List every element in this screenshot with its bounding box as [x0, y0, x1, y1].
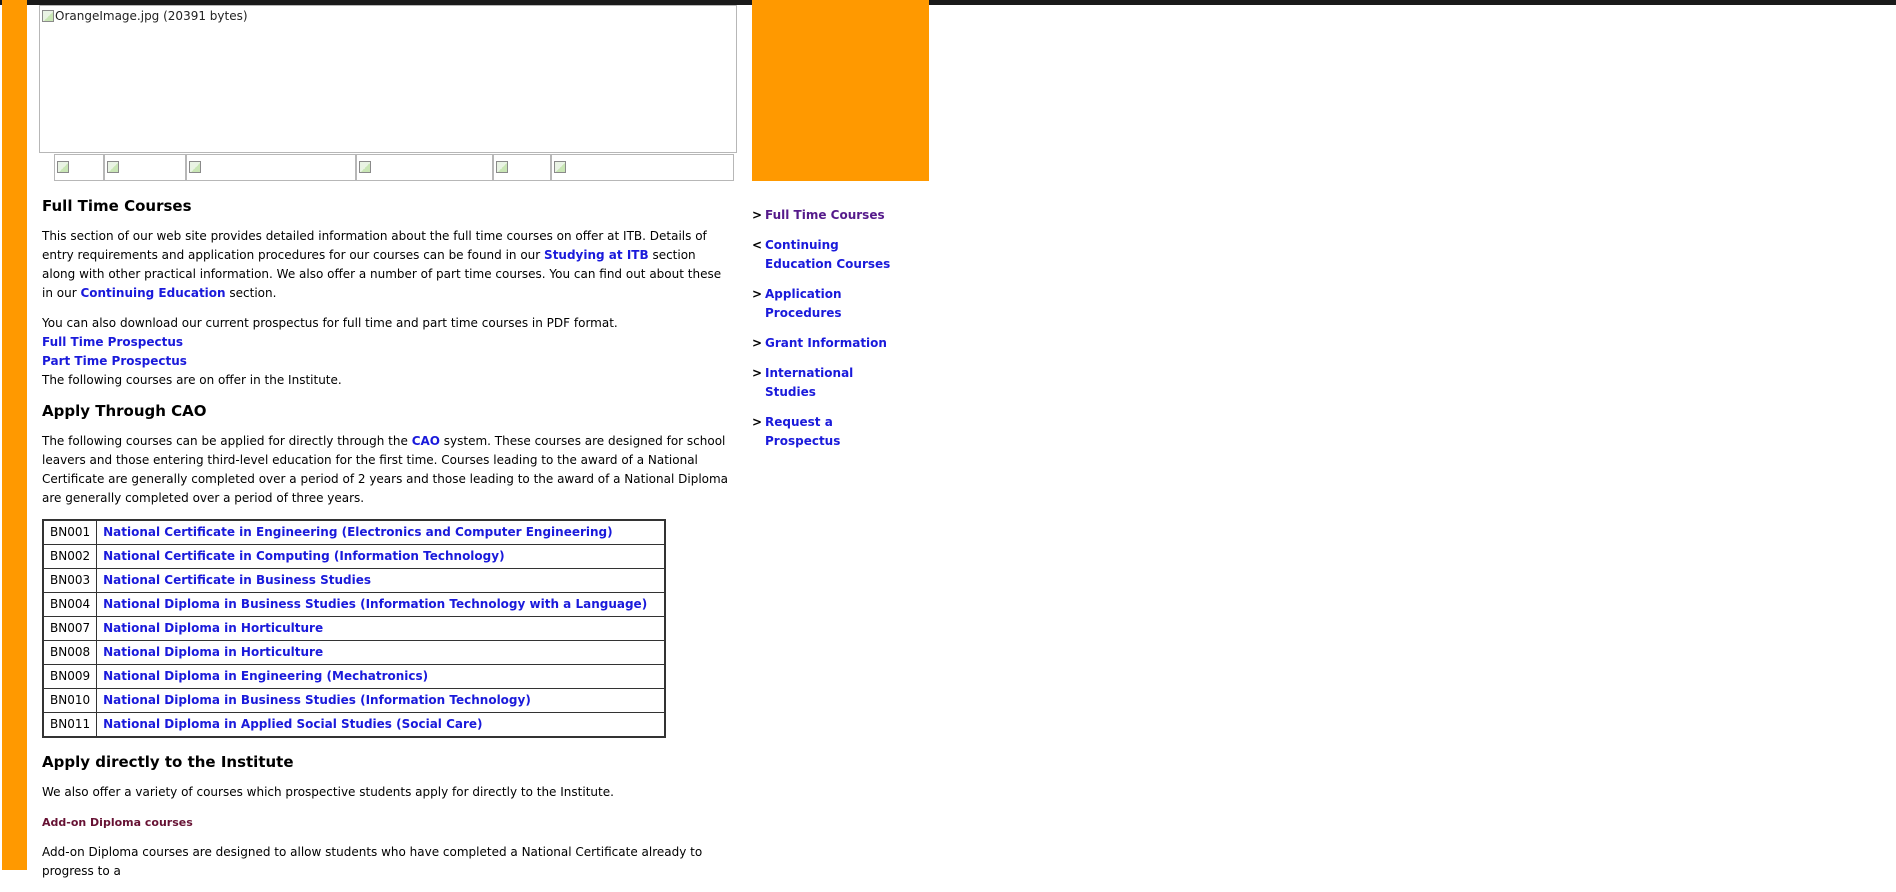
broken-image-icon: [189, 161, 201, 173]
prospectus-text: You can also download our current prospe…: [42, 316, 618, 330]
broken-image-icon: [496, 161, 508, 173]
broken-image-icon: [554, 161, 566, 173]
sidebar-item[interactable]: > Grant Information: [752, 334, 902, 353]
course-code: BN003: [42, 568, 98, 593]
course-link[interactable]: National Certificate in Computing (Infor…: [103, 549, 504, 563]
thumbnail-image[interactable]: [104, 154, 186, 181]
thumbnail-image[interactable]: [551, 154, 734, 181]
sidebar-link[interactable]: Application Procedures: [765, 285, 902, 323]
broken-image-icon: [359, 161, 371, 173]
table-row: BN008 National Diploma in Horticulture: [42, 640, 666, 665]
course-link[interactable]: National Diploma in Business Studies (In…: [103, 693, 531, 707]
nav-arrow-icon: >: [752, 336, 763, 350]
broken-image-placeholder: OrangeImage.jpg (20391 bytes): [40, 7, 248, 23]
course-title-cell: National Certificate in Business Studies: [96, 568, 666, 593]
hero-image-alt-text: OrangeImage.jpg (20391 bytes): [55, 9, 248, 23]
thumbnail-image[interactable]: [54, 154, 104, 181]
course-code: BN004: [42, 592, 98, 617]
heading-full-time-courses: Full Time Courses: [42, 197, 192, 215]
sidebar-link[interactable]: International Studies: [765, 364, 902, 402]
thumbnail-strip: [54, 154, 734, 181]
table-row: BN001 National Certificate in Engineering…: [42, 519, 666, 545]
course-title-cell: National Diploma in Engineering (Mechatr…: [96, 664, 666, 689]
cao-paragraph: The following courses can be applied for…: [42, 434, 729, 505]
course-code: BN007: [42, 616, 98, 641]
left-orange-stripe: [2, 0, 27, 870]
nav-arrow-icon: <: [752, 238, 763, 252]
sidebar-link[interactable]: Continuing Education Courses: [765, 236, 902, 274]
course-link[interactable]: National Diploma in Horticulture: [103, 621, 323, 635]
link-full-time-prospectus[interactable]: Full Time Prospectus: [42, 333, 732, 352]
course-code: BN002: [42, 544, 98, 569]
nav-arrow-icon: >: [752, 208, 763, 222]
sidebar-item[interactable]: > Application Procedures: [752, 285, 902, 323]
heading-apply-directly: Apply directly to the Institute: [42, 753, 294, 771]
course-code: BN011: [42, 712, 98, 738]
sidebar-item[interactable]: > Request a Prospectus: [752, 413, 902, 451]
sidebar-nav: > Full Time Courses < Continuing Education …: [752, 206, 902, 462]
table-row: BN002 National Certificate in Computing (…: [42, 544, 666, 569]
link-studying-at-itb[interactable]: Studying at ITB: [544, 248, 649, 262]
course-link[interactable]: National Diploma in Applied Social Studi…: [103, 717, 482, 731]
course-code: BN008: [42, 640, 98, 665]
main-content: Full Time Courses This section of our we…: [42, 196, 732, 892]
link-cao[interactable]: CAO: [412, 434, 440, 448]
course-link[interactable]: National Diploma in Business Studies (In…: [103, 597, 647, 611]
sidebar-link[interactable]: Request a Prospectus: [765, 413, 902, 451]
course-title-cell: National Certificate in Computing (Infor…: [96, 544, 666, 569]
table-row: BN010 National Diploma in Business Studie…: [42, 688, 666, 713]
link-part-time-prospectus[interactable]: Part Time Prospectus: [42, 352, 732, 371]
intro-paragraph: This section of our web site provides de…: [42, 229, 722, 300]
course-title-cell: National Diploma in Horticulture: [96, 640, 666, 665]
course-link[interactable]: National Diploma in Engineering (Mechatr…: [103, 669, 428, 683]
cao-courses-table: BN001 National Certificate in Engineering…: [42, 519, 667, 738]
thumbnail-image[interactable]: [493, 154, 551, 181]
prospectus-block: You can also download our current prospe…: [42, 314, 732, 390]
course-link[interactable]: National Certificate in Engineering (Ele…: [103, 525, 613, 539]
broken-image-icon: [57, 161, 69, 173]
course-code: BN009: [42, 664, 98, 689]
table-row: BN003 National Certificate in Business St…: [42, 568, 666, 593]
broken-image-icon: [107, 161, 119, 173]
thumbnail-image[interactable]: [356, 154, 493, 181]
heading-apply-through-cao: Apply Through CAO: [42, 402, 207, 420]
broken-image-icon: [42, 10, 54, 22]
nav-arrow-icon: >: [752, 415, 763, 429]
course-title-cell: National Certificate in Engineering (Ele…: [96, 519, 666, 545]
link-continuing-education[interactable]: Continuing Education: [80, 286, 225, 300]
sidebar-item[interactable]: < Continuing Education Courses: [752, 236, 902, 274]
table-row: BN011 National Diploma in Applied Social …: [42, 712, 666, 738]
course-code: BN001: [42, 519, 98, 545]
orange-header-block: [752, 0, 929, 181]
thumbnail-image[interactable]: [186, 154, 356, 181]
table-row: BN004 National Diploma in Business Studie…: [42, 592, 666, 617]
add-on-diploma-paragraph: Add-on Diploma courses are designed to a…: [42, 845, 703, 878]
course-title-cell: National Diploma in Business Studies (In…: [96, 592, 666, 617]
sidebar-item[interactable]: > Full Time Courses: [752, 206, 902, 225]
hero-image: OrangeImage.jpg (20391 bytes): [39, 5, 737, 153]
table-row: BN009 National Diploma in Engineering (Me…: [42, 664, 666, 689]
courses-on-offer-text: The following courses are on offer in th…: [42, 373, 342, 387]
nav-arrow-icon: >: [752, 366, 763, 380]
course-link[interactable]: National Certificate in Business Studies: [103, 573, 371, 587]
subheading-add-on-diploma: Add-on Diploma courses: [42, 816, 193, 829]
course-link[interactable]: National Diploma in Horticulture: [103, 645, 323, 659]
sidebar-link[interactable]: Grant Information: [765, 334, 887, 353]
sidebar-link[interactable]: Full Time Courses: [765, 206, 885, 225]
course-title-cell: National Diploma in Horticulture: [96, 616, 666, 641]
course-title-cell: National Diploma in Business Studies (In…: [96, 688, 666, 713]
table-row: BN007 National Diploma in Horticulture: [42, 616, 666, 641]
apply-directly-paragraph: We also offer a variety of courses which…: [42, 785, 614, 799]
sidebar-item[interactable]: > International Studies: [752, 364, 902, 402]
course-title-cell: National Diploma in Applied Social Studi…: [96, 712, 666, 738]
nav-arrow-icon: >: [752, 287, 763, 301]
course-code: BN010: [42, 688, 98, 713]
